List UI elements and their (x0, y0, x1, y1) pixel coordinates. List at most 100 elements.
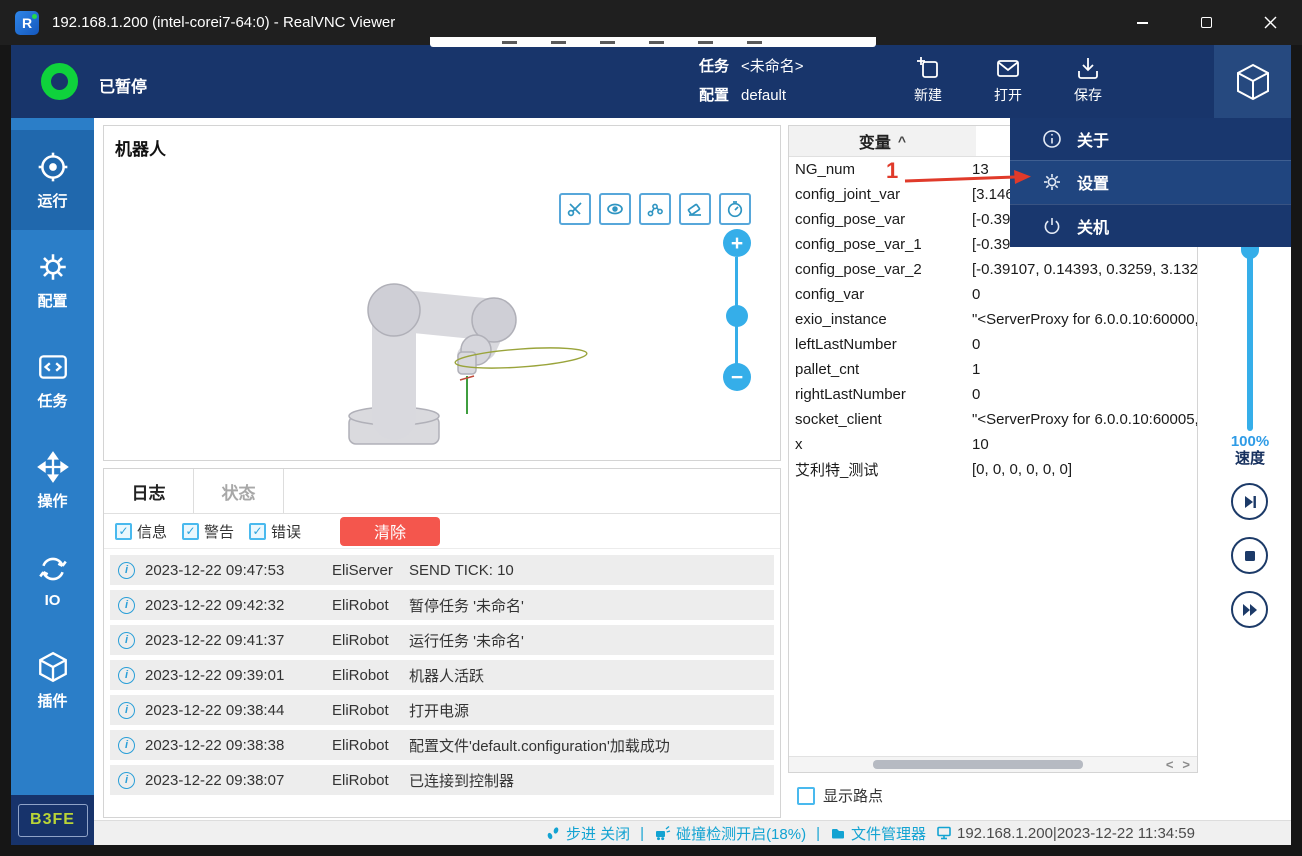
stop-icon (1242, 548, 1258, 564)
sidebar: 运行 配置 任务 (11, 118, 94, 845)
check-icon: ✓ (118, 524, 128, 538)
variable-value: 10 (972, 436, 1197, 453)
log-list: i 2023-12-22 09:47:53 EliServer SEND TIC… (104, 549, 780, 801)
eye-icon (606, 200, 624, 218)
stop-button[interactable] (1231, 537, 1268, 574)
scroll-left-icon[interactable]: < (1166, 757, 1174, 772)
log-tabs: 日志 状态 (104, 469, 780, 514)
log-time: 2023-12-22 09:38:07 (145, 772, 332, 789)
info-icon: i (118, 702, 135, 719)
tab-log[interactable]: 日志 (104, 469, 194, 513)
show-waypoints-checkbox[interactable] (797, 787, 815, 805)
tools-button[interactable] (559, 193, 591, 225)
vnc-toolbar-dash (698, 41, 713, 44)
app-menu-button[interactable] (1214, 45, 1291, 118)
check-icon: ✓ (253, 524, 263, 538)
sidebar-item-task[interactable]: 任务 (11, 330, 94, 430)
erase-trace-button[interactable] (679, 193, 711, 225)
clock-icon (726, 200, 744, 218)
save-task-label: 保存 (1074, 85, 1102, 105)
info-icon: i (118, 737, 135, 754)
info-checkbox[interactable]: ✓ (115, 523, 132, 540)
zoom-in-button[interactable]: + (723, 229, 751, 257)
sidebar-item-operate-label: 操作 (37, 490, 67, 511)
variable-name: 艾利特_测试 (789, 459, 972, 480)
variable-row: socket_client"<ServerProxy for 6.0.0.10:… (789, 407, 1197, 432)
step-mode-label: 步进 关闭 (566, 823, 630, 844)
log-source: EliRobot (332, 632, 409, 649)
variable-value: 1 (972, 361, 1197, 378)
menu-item-shutdown[interactable]: 关机 (1010, 204, 1291, 247)
task-label: 任务 (699, 58, 729, 75)
collision-label: 碰撞检测开启(18%) (676, 823, 806, 844)
speed-slider-track[interactable] (1247, 235, 1253, 431)
info-icon: i (118, 597, 135, 614)
view-visibility-button[interactable] (599, 193, 631, 225)
collapse-caret-icon: ^ (898, 133, 906, 149)
maximize-button[interactable] (1174, 0, 1238, 45)
minimize-button[interactable] (1110, 0, 1174, 45)
variable-name: config_var (789, 286, 972, 303)
variables-tab[interactable]: 变量 ^ (789, 126, 976, 156)
horizontal-scrollbar[interactable]: < > (789, 756, 1197, 772)
new-task-button[interactable]: 新建 (899, 54, 957, 105)
speed-label: 100% 速度 (1221, 433, 1279, 467)
separator: | (640, 825, 644, 842)
vnc-toolbar-strip[interactable] (430, 37, 876, 47)
collision-detection-toggle[interactable]: 碰撞检测开启(18%) (654, 823, 806, 844)
variable-value: [0, 0, 0, 0, 0, 0] (972, 461, 1197, 478)
step-mode-toggle[interactable]: 步进 关闭 (545, 823, 630, 844)
info-icon: i (118, 632, 135, 649)
clear-log-button[interactable]: 清除 (340, 517, 440, 546)
menu-item-about[interactable]: 关于 (1010, 118, 1291, 160)
error-checkbox[interactable]: ✓ (249, 523, 266, 540)
sidebar-item-configure[interactable]: 配置 (11, 230, 94, 330)
log-message: 配置文件'default.configuration'加载成功 (409, 735, 774, 756)
zoom-slider-thumb[interactable] (726, 305, 748, 327)
log-time: 2023-12-22 09:47:53 (145, 562, 332, 579)
log-row: i 2023-12-22 09:41:37 EliRobot 运行任务 '未命名… (110, 625, 774, 655)
sidebar-item-plugin[interactable]: 插件 (11, 630, 94, 730)
variable-name: config_pose_var_1 (789, 236, 972, 253)
scrollbar-thumb[interactable] (873, 760, 1083, 769)
variable-name: config_pose_var_2 (789, 261, 972, 278)
log-row: i 2023-12-22 09:39:01 EliRobot 机器人活跃 (110, 660, 774, 690)
menu-item-settings[interactable]: 设置 (1010, 160, 1291, 203)
kinematics-button[interactable] (639, 193, 671, 225)
variable-name: config_pose_var (789, 211, 972, 228)
save-task-button[interactable]: 保存 (1059, 54, 1117, 105)
sidebar-item-operate[interactable]: 操作 (11, 430, 94, 530)
robot-3d-view[interactable] (254, 246, 594, 456)
log-message: 运行任务 '未命名' (409, 630, 774, 651)
variable-name: x (789, 436, 972, 453)
log-message: 暂停任务 '未命名' (409, 595, 774, 616)
vnc-toolbar-dash (747, 41, 762, 44)
warning-checkbox[interactable]: ✓ (182, 523, 199, 540)
variables-title: 变量 (859, 129, 891, 153)
sidebar-item-plugin-label: 插件 (37, 690, 67, 711)
connection-info: 192.168.1.200|2023-12-22 11:34:59 (936, 825, 1195, 842)
sidebar-item-run[interactable]: 运行 (11, 130, 94, 230)
log-time: 2023-12-22 09:42:32 (145, 597, 332, 614)
minimize-icon (1137, 22, 1148, 24)
menu-item-about-label: 关于 (1077, 127, 1109, 151)
robot-status-label: 已暂停 (99, 73, 147, 97)
timer-button[interactable] (719, 193, 751, 225)
tab-status[interactable]: 状态 (194, 469, 284, 513)
fast-forward-button[interactable] (1231, 591, 1268, 628)
scroll-right-icon[interactable]: > (1182, 757, 1190, 772)
variable-name: leftLastNumber (789, 336, 972, 353)
open-file-icon (994, 54, 1022, 82)
step-run-button[interactable] (1231, 483, 1268, 520)
log-row: i 2023-12-22 09:47:53 EliServer SEND TIC… (110, 555, 774, 585)
log-source: EliRobot (332, 737, 409, 754)
config-label: 配置 (699, 87, 729, 104)
close-button[interactable] (1238, 0, 1302, 45)
file-manager-button[interactable]: 文件管理器 (830, 823, 926, 844)
window-title: 192.168.1.200 (intel-corei7-64:0) - Real… (52, 14, 395, 31)
zoom-out-button[interactable]: − (723, 363, 751, 391)
sidebar-item-io[interactable]: IO (11, 530, 94, 630)
error-filter-label: 错误 (271, 521, 301, 542)
open-task-button[interactable]: 打开 (979, 54, 1037, 105)
robot-status-icon (41, 63, 78, 100)
